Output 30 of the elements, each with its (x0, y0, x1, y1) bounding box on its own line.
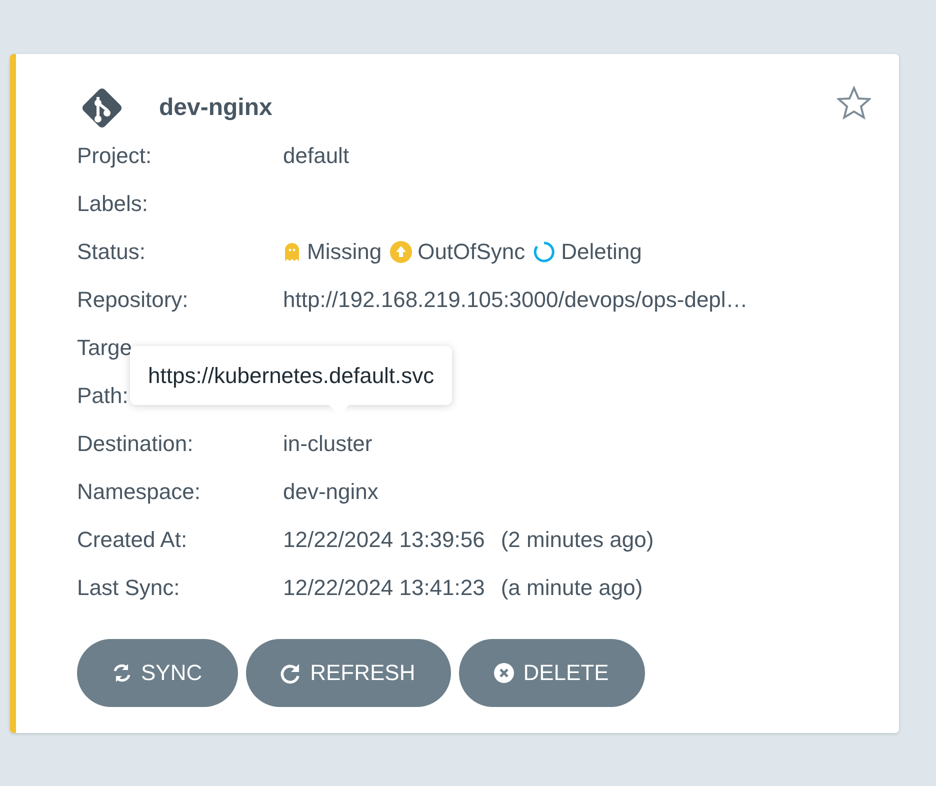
field-label: Namespace: (77, 479, 202, 505)
field-value: default (283, 143, 350, 169)
refresh-button[interactable]: REFRESH (246, 639, 452, 707)
relative-time: (a minute ago) (500, 575, 643, 601)
status-text: Missing (307, 239, 382, 265)
field-label: Status: (77, 239, 146, 265)
status-text: Deleting (561, 239, 642, 265)
field-label: Destination: (77, 431, 194, 457)
field-label: Path: (77, 383, 130, 409)
close-icon (493, 662, 516, 684)
tooltip: https://kubernetes.default.svc (130, 346, 452, 405)
ghost-icon (283, 241, 301, 263)
field-value: dev-nginx (283, 479, 378, 505)
sync-icon (111, 662, 133, 684)
sync-button[interactable]: SYNC (77, 639, 238, 707)
field-label: Last Sync: (77, 575, 181, 601)
field-value: 12/22/2024 13:41:23 (283, 575, 485, 601)
field-label: Labels: (77, 191, 149, 217)
status-text: OutOfSync (418, 239, 526, 265)
delete-button[interactable]: DELETE (459, 639, 645, 707)
star-icon[interactable] (837, 86, 871, 120)
field-value: in-cluster (283, 431, 372, 457)
field-value: http://192.168.219.105:3000/devops/ops-depl… (283, 287, 748, 313)
relative-time: (2 minutes ago) (500, 527, 654, 553)
field-label: Repository: (77, 287, 190, 313)
app-title: dev-nginx (159, 94, 272, 122)
field-label: Created At: (77, 527, 188, 553)
field-label: Project: (77, 143, 153, 169)
field-value: 12/22/2024 13:39:56 (283, 527, 485, 553)
spinner-icon (533, 241, 556, 263)
